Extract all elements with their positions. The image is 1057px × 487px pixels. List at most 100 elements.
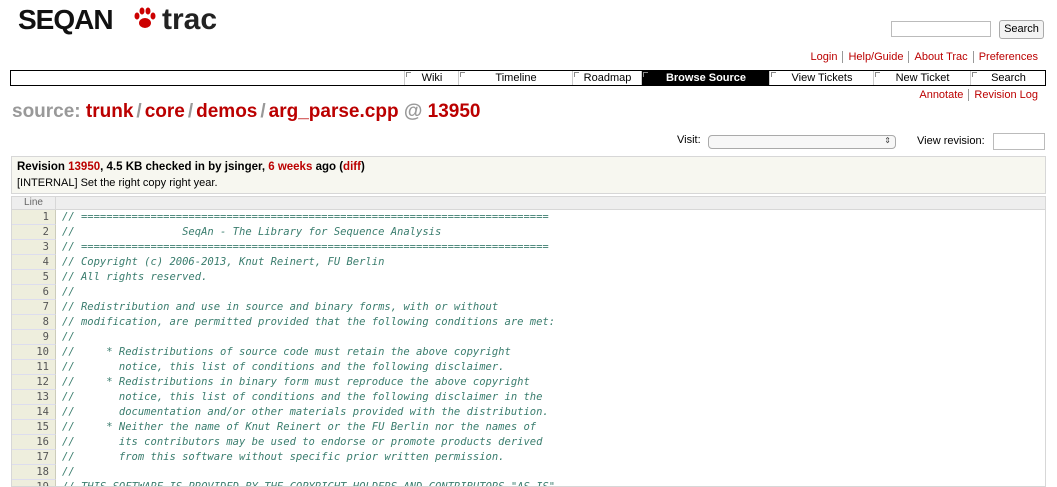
line-header: Line bbox=[12, 197, 56, 209]
code-line: 12// * Redistributions in binary form mu… bbox=[12, 375, 1045, 390]
tab-new-ticket[interactable]: New Ticket bbox=[873, 71, 971, 85]
line-text: // * Neither the name of Knut Reinert or… bbox=[56, 420, 1045, 435]
line-text: // notice, this list of conditions and t… bbox=[56, 360, 1045, 375]
tab-timeline[interactable]: Timeline bbox=[458, 71, 573, 85]
search-input[interactable] bbox=[891, 21, 991, 37]
revision-link[interactable]: 13950 bbox=[68, 161, 100, 173]
context-nav: Annotate Revision Log bbox=[914, 89, 1043, 101]
line-text: // documentation and/or other materials … bbox=[56, 405, 1045, 420]
tab-search[interactable]: Search bbox=[970, 71, 1046, 85]
page-title: source: trunk / core / demos / arg_parse.cpp @… bbox=[12, 101, 481, 122]
logo-seqan-text: SEQAN bbox=[18, 4, 114, 35]
line-number[interactable]: 4 bbox=[12, 255, 56, 270]
line-number[interactable]: 1 bbox=[12, 210, 56, 225]
line-text: // =====================================… bbox=[56, 240, 1045, 255]
search-button[interactable]: Search bbox=[999, 20, 1044, 39]
line-text: // THIS SOFTWARE IS PROVIDED BY THE COPY… bbox=[56, 480, 1045, 486]
seqan-trac-logo[interactable]: SEQAN trac bbox=[14, 0, 229, 48]
code-line: 19// THIS SOFTWARE IS PROVIDED BY THE CO… bbox=[12, 480, 1045, 486]
path-core[interactable]: core bbox=[145, 101, 185, 122]
code-line: 18// bbox=[12, 465, 1045, 480]
code-line: 3// ====================================… bbox=[12, 240, 1045, 255]
line-number[interactable]: 9 bbox=[12, 330, 56, 345]
line-number[interactable]: 18 bbox=[12, 465, 56, 480]
line-number[interactable]: 2 bbox=[12, 225, 56, 240]
visit-select[interactable]: ⇕ bbox=[708, 135, 896, 149]
line-number[interactable]: 14 bbox=[12, 405, 56, 420]
tab-roadmap[interactable]: Roadmap bbox=[572, 71, 642, 85]
view-revision-input[interactable] bbox=[993, 133, 1045, 150]
line-number[interactable]: 15 bbox=[12, 420, 56, 435]
paw-icon bbox=[134, 7, 156, 28]
diff-link[interactable]: diff bbox=[343, 161, 361, 173]
code-line: 1// ====================================… bbox=[12, 210, 1045, 225]
line-text: // =====================================… bbox=[56, 210, 1045, 225]
line-text: // bbox=[56, 285, 1045, 300]
tab-wiki[interactable]: Wiki bbox=[404, 71, 459, 85]
code-line: 4// Copyright (c) 2006-2013, Knut Reiner… bbox=[12, 255, 1045, 270]
line-number[interactable]: 19 bbox=[12, 480, 56, 486]
revision-log-link[interactable]: Revision Log bbox=[974, 89, 1038, 101]
main-nav: Wiki Timeline Roadmap Browse Source View… bbox=[10, 70, 1046, 86]
preferences-link[interactable]: Preferences bbox=[979, 51, 1038, 63]
line-text: // from this software without specific p… bbox=[56, 450, 1045, 465]
path-prefix: source: bbox=[12, 101, 81, 122]
code-line: 15// * Neither the name of Knut Reinert … bbox=[12, 420, 1045, 435]
line-text: // notice, this list of conditions and t… bbox=[56, 390, 1045, 405]
line-text: // modification, are permitted provided … bbox=[56, 315, 1045, 330]
revision-summary: Revision 13950, 4.5 KB checked in by jsi… bbox=[17, 161, 365, 173]
code-line: 6// bbox=[12, 285, 1045, 300]
chevron-updown-icon: ⇕ bbox=[884, 136, 891, 145]
line-text: // its contributors may be used to endor… bbox=[56, 435, 1045, 450]
logo-trac-text: trac bbox=[162, 3, 218, 36]
path-demos[interactable]: demos bbox=[196, 101, 257, 122]
code-line: 8// modification, are permitted provided… bbox=[12, 315, 1045, 330]
commit-message: [INTERNAL] Set the right copy right year… bbox=[17, 177, 218, 189]
line-text: // * Redistributions in binary form must… bbox=[56, 375, 1045, 390]
line-number[interactable]: 16 bbox=[12, 435, 56, 450]
line-text: // * Redistributions of source code must… bbox=[56, 345, 1045, 360]
line-text: // All rights reserved. bbox=[56, 270, 1045, 285]
line-number[interactable]: 7 bbox=[12, 300, 56, 315]
code-line: 10// * Redistributions of source code mu… bbox=[12, 345, 1045, 360]
line-number[interactable]: 6 bbox=[12, 285, 56, 300]
line-text: // Copyright (c) 2006-2013, Knut Reinert… bbox=[56, 255, 1045, 270]
line-number[interactable]: 17 bbox=[12, 450, 56, 465]
code-line: 14// documentation and/or other material… bbox=[12, 405, 1045, 420]
tab-browse-source[interactable]: Browse Source bbox=[641, 71, 770, 85]
line-text: // Redistribution and use in source and … bbox=[56, 300, 1045, 315]
line-number[interactable]: 13 bbox=[12, 390, 56, 405]
line-text: // bbox=[56, 465, 1045, 480]
path-revision[interactable]: 13950 bbox=[428, 101, 481, 122]
code-view: Line 1// ===============================… bbox=[11, 196, 1046, 487]
annotate-link[interactable]: Annotate bbox=[919, 89, 963, 101]
code-line: 11// notice, this list of conditions and… bbox=[12, 360, 1045, 375]
line-number[interactable]: 10 bbox=[12, 345, 56, 360]
code-line: 2// SeqAn - The Library for Sequence Ana… bbox=[12, 225, 1045, 240]
line-number[interactable]: 3 bbox=[12, 240, 56, 255]
visit-label: Visit: bbox=[677, 134, 701, 146]
code-line: 5// All rights reserved. bbox=[12, 270, 1045, 285]
code-line: 7// Redistribution and use in source and… bbox=[12, 300, 1045, 315]
code-line: 9// bbox=[12, 330, 1045, 345]
tab-view-tickets[interactable]: View Tickets bbox=[769, 71, 874, 85]
path-at: @ bbox=[403, 101, 423, 122]
view-revision-label: View revision: bbox=[917, 135, 985, 147]
path-trunk[interactable]: trunk bbox=[86, 101, 134, 122]
path-file[interactable]: arg_parse.cpp bbox=[269, 101, 399, 122]
revision-info: Revision 13950, 4.5 KB checked in by jsi… bbox=[11, 156, 1046, 194]
line-number[interactable]: 11 bbox=[12, 360, 56, 375]
age-link[interactable]: 6 weeks bbox=[268, 161, 312, 173]
code-line: 17// from this software without specific… bbox=[12, 450, 1045, 465]
meta-nav: Login Help/Guide About Trac Preferences bbox=[806, 51, 1043, 63]
help-guide-link[interactable]: Help/Guide bbox=[848, 51, 903, 63]
login-link[interactable]: Login bbox=[811, 51, 838, 63]
code-line: 16// its contributors may be used to end… bbox=[12, 435, 1045, 450]
line-text: // SeqAn - The Library for Sequence Anal… bbox=[56, 225, 1045, 240]
code-line: 13// notice, this list of conditions and… bbox=[12, 390, 1045, 405]
line-text: // bbox=[56, 330, 1045, 345]
about-trac-link[interactable]: About Trac bbox=[914, 51, 967, 63]
line-number[interactable]: 12 bbox=[12, 375, 56, 390]
line-number[interactable]: 5 bbox=[12, 270, 56, 285]
line-number[interactable]: 8 bbox=[12, 315, 56, 330]
